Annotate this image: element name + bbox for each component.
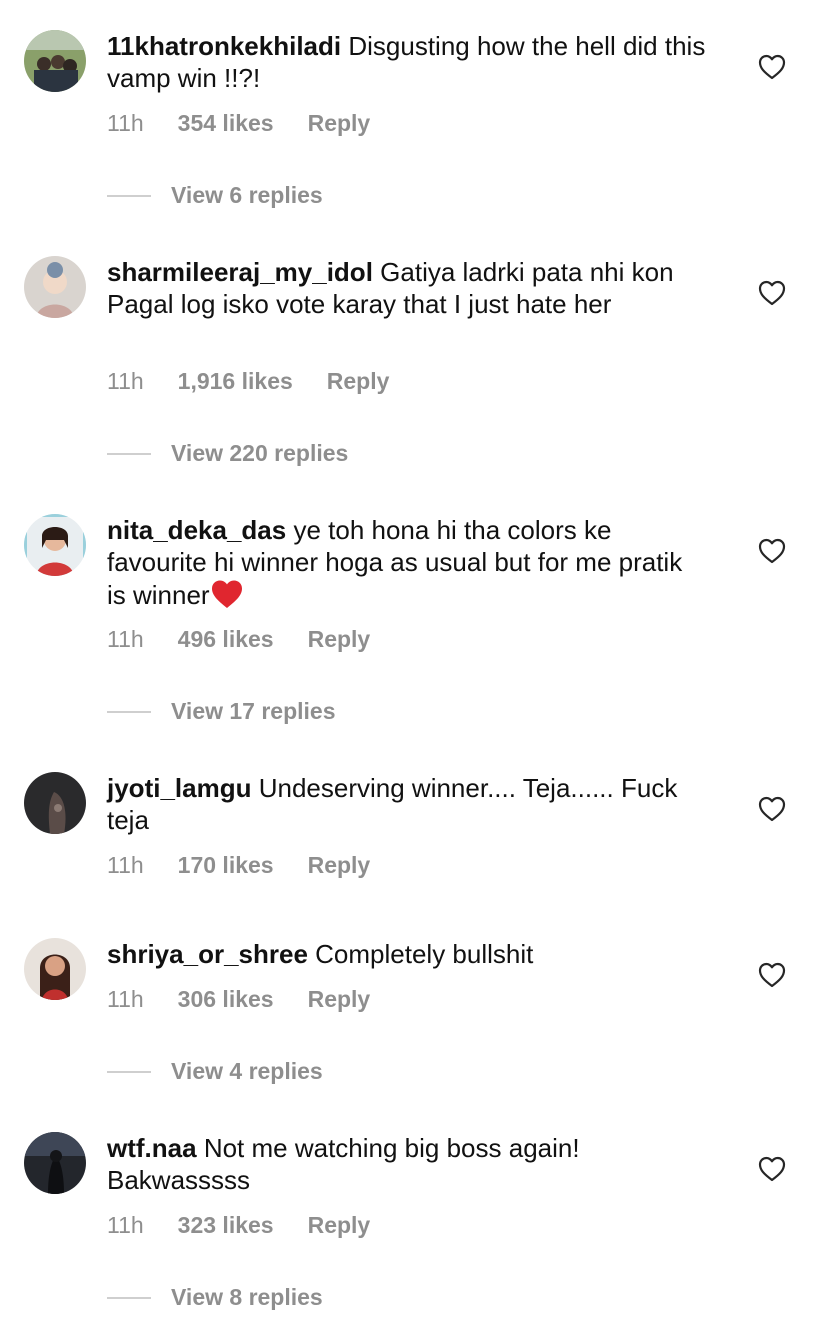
red-heart-emoji xyxy=(211,580,242,608)
username[interactable]: nita_deka_das xyxy=(107,515,286,545)
avatar[interactable] xyxy=(24,938,86,1000)
view-replies-button[interactable]: View 8 replies xyxy=(107,1284,323,1311)
view-replies-button[interactable]: View 220 replies xyxy=(107,440,348,467)
avatar[interactable] xyxy=(24,30,86,92)
view-replies-label: View 8 replies xyxy=(171,1284,323,1310)
likes-count[interactable]: 323 likes xyxy=(178,1212,274,1239)
timestamp: 11h xyxy=(107,986,144,1012)
view-replies-label: View 4 replies xyxy=(171,1058,323,1084)
view-replies-label: View 17 replies xyxy=(171,698,336,724)
username[interactable]: shriya_or_shree xyxy=(107,939,308,969)
view-replies-label: View 6 replies xyxy=(171,182,323,208)
heart-outline-icon[interactable] xyxy=(758,280,786,306)
likes-count[interactable]: 170 likes xyxy=(178,852,274,879)
username[interactable]: jyoti_lamgu xyxy=(107,773,251,803)
username[interactable]: wtf.naa xyxy=(107,1133,197,1163)
comment-meta: 11h 1,916 likes Reply xyxy=(107,368,389,395)
comment-meta: 11h 354 likes Reply xyxy=(107,110,370,137)
timestamp: 11h xyxy=(107,368,144,394)
comment-meta: 11h 306 likes Reply xyxy=(107,986,370,1013)
likes-count[interactable]: 496 likes xyxy=(178,626,274,653)
reply-button[interactable]: Reply xyxy=(308,1212,371,1239)
comment-body: Completely bullshit xyxy=(315,939,534,969)
heart-outline-icon[interactable] xyxy=(758,54,786,80)
likes-count[interactable]: 1,916 likes xyxy=(178,368,293,395)
reply-button[interactable]: Reply xyxy=(308,626,371,653)
heart-outline-icon[interactable] xyxy=(758,962,786,988)
avatar[interactable] xyxy=(24,514,86,576)
likes-count[interactable]: 354 likes xyxy=(178,110,274,137)
comment-text: sharmileeraj_my_idol Gatiya ladrki pata … xyxy=(107,256,707,320)
view-replies-label: View 220 replies xyxy=(171,440,349,466)
view-replies-button[interactable]: View 6 replies xyxy=(107,182,323,209)
avatar[interactable] xyxy=(24,772,86,834)
comment-text: 11khatronkekhiladi Disgusting how the he… xyxy=(107,30,707,94)
reply-button[interactable]: Reply xyxy=(308,110,371,137)
timestamp: 11h xyxy=(107,1212,144,1238)
divider-line xyxy=(107,452,151,455)
username[interactable]: 11khatronkekhiladi xyxy=(107,31,341,61)
heart-outline-icon[interactable] xyxy=(758,538,786,564)
heart-outline-icon[interactable] xyxy=(758,796,786,822)
likes-count[interactable]: 306 likes xyxy=(178,986,274,1013)
reply-button[interactable]: Reply xyxy=(308,852,371,879)
divider-line xyxy=(107,194,151,197)
comment-text: wtf.naa Not me watching big boss again! … xyxy=(107,1132,707,1196)
view-replies-button[interactable]: View 4 replies xyxy=(107,1058,323,1085)
timestamp: 11h xyxy=(107,110,144,136)
avatar[interactable] xyxy=(24,1132,86,1194)
heart-outline-icon[interactable] xyxy=(758,1156,786,1182)
avatar[interactable] xyxy=(24,256,86,318)
timestamp: 11h xyxy=(107,626,144,652)
username[interactable]: sharmileeraj_my_idol xyxy=(107,257,373,287)
comment-text: jyoti_lamgu Undeserving winner.... Teja.… xyxy=(107,772,707,836)
timestamp: 11h xyxy=(107,852,144,878)
reply-button[interactable]: Reply xyxy=(327,368,390,395)
comment-meta: 11h 496 likes Reply xyxy=(107,626,370,653)
comment-text: shriya_or_shree Completely bullshit xyxy=(107,938,707,970)
comment-meta: 11h 323 likes Reply xyxy=(107,1212,370,1239)
comment-meta: 11h 170 likes Reply xyxy=(107,852,370,879)
divider-line xyxy=(107,710,151,713)
divider-line xyxy=(107,1296,151,1299)
view-replies-button[interactable]: View 17 replies xyxy=(107,698,336,725)
reply-button[interactable]: Reply xyxy=(308,986,371,1013)
comment-text: nita_deka_das ye toh hona hi tha colors … xyxy=(107,514,707,611)
divider-line xyxy=(107,1070,151,1073)
